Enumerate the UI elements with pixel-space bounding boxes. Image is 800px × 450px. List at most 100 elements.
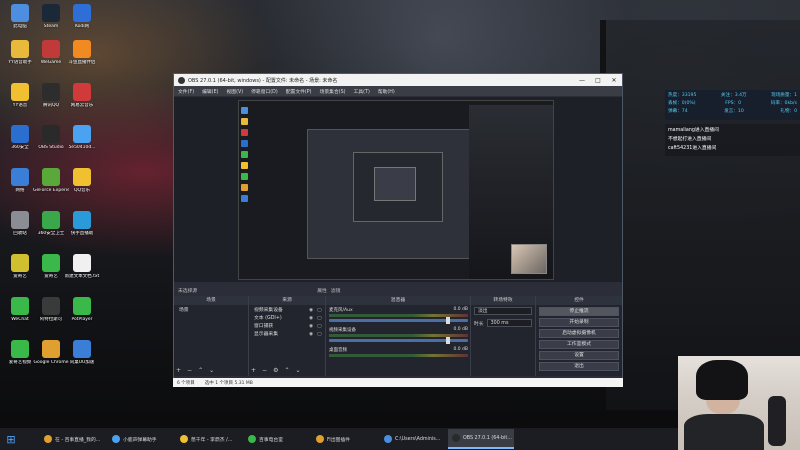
add-scene-button[interactable]: + [176,367,181,374]
move-down-button[interactable]: ⌄ [295,367,300,374]
item-count: 6 个项目 [177,380,195,386]
scenes-header: 场景 [174,296,248,305]
scene-item[interactable]: 场景 [176,307,246,315]
desktop-icon[interactable]: 同桌UU加速 [64,340,100,365]
source-item[interactable]: 文本 (GDI+) ◉ ▢ [251,315,323,323]
obs-preview-area [174,97,622,282]
taskbar-item[interactable]: 憋千年 - 李鼎杰 /... [176,429,242,449]
source-toolbar: 未选择源 属性 滤镜 [174,284,622,296]
app-icon [11,4,29,22]
taskbar: ⊞ 在 - 百事直播_我的... 小鹿声弹幕助手 憋千年 - 李鼎杰 /... 百事电… [0,428,678,450]
volume-slider[interactable] [329,337,468,344]
maximize-button[interactable]: □ [590,77,606,84]
menu-tools[interactable]: 工具(T) [354,88,370,95]
app-icon [11,211,29,229]
menu-view[interactable]: 视图(V) [226,88,243,95]
add-source-button[interactable]: + [251,367,256,374]
lock-icon[interactable]: ▢ [317,323,323,331]
taskbar-item-label: OBS 27.0.1 (64-bit... [463,435,512,441]
eye-icon[interactable]: ◉ [309,331,315,339]
taskbar-item[interactable]: 小鹿声弹幕助手 [108,429,174,449]
duration-input[interactable]: 300 ms [486,319,532,327]
mixer-track: 桌面音频 0.0 dB [329,347,468,357]
remove-scene-button[interactable]: − [187,367,192,374]
desktop-icon[interactable]: PotPlayer [64,297,100,322]
source-label: 文本 (GDI+) [254,316,282,321]
eye-icon[interactable]: ◉ [309,323,315,331]
source-item[interactable]: 窗口捕获 ◉ ▢ [251,323,323,331]
volume-meter [329,354,468,357]
eye-icon[interactable]: ◉ [309,307,315,315]
source-filters-button[interactable]: 滤镜 [331,287,341,294]
explorer-status-strip: 6 个项目 选中 1 个项目 5.31 MB [173,378,623,387]
taskbar-item-label: 小鹿声弹幕助手 [123,437,157,443]
controls-dock: 控件 停止推流 开始录制 启动虚拟摄像机 工作室模式 设置 退出 [536,296,622,376]
volume-slider[interactable] [329,317,468,324]
app-icon [42,40,60,58]
desktop-icon[interactable]: 新建文本文档.txt [64,254,100,279]
chat-message: caft54231进入直播间 [668,146,717,151]
menu-scene-collection[interactable]: 场景集合(S) [320,88,346,95]
move-down-button[interactable]: ⌄ [209,367,214,374]
preview-canvas[interactable] [238,100,554,280]
lock-icon[interactable]: ▢ [317,315,323,323]
preview-nested-obs-inner [353,152,443,222]
desktop-icon[interactable]: 斗鱼直播伴侣 [64,40,100,65]
app-icon [73,297,91,315]
obs-window[interactable]: OBS 27.0.1 (64-bit, windows) - 配置文件: 未命名… [173,73,623,387]
exit-button[interactable]: 退出 [539,362,619,371]
taskbar-item[interactable]: C:\Users\Adminis... [380,429,446,449]
lock-icon[interactable]: ▢ [317,307,323,315]
minimize-button[interactable]: — [574,77,590,84]
mixer-header: 混音器 [326,296,470,305]
eye-icon[interactable]: ◉ [309,315,315,323]
taskbar-app-icon [248,435,256,443]
studio-mode-button[interactable]: 工作室模式 [539,340,619,349]
settings-button[interactable]: 设置 [539,351,619,360]
source-settings-icon[interactable]: ⚙ [273,367,278,374]
desktop-icon-label: 快手直播助 [70,231,94,236]
transition-type-select[interactable]: 淡出 [474,307,532,315]
desktop-icon[interactable]: 快手直播助 [64,211,100,236]
controls-header: 控件 [536,296,622,305]
volume-slider-knob[interactable] [446,317,450,324]
move-up-button[interactable]: ⌃ [284,367,289,374]
remove-source-button[interactable]: − [262,367,267,374]
start-virtual-camera-button[interactable]: 启动虚拟摄像机 [539,329,619,338]
taskbar-item[interactable]: 百事电台室 [244,429,310,449]
taskbar-item[interactable]: OBS 27.0.1 (64-bit... [448,429,514,449]
taskbar-item[interactable]: 在 - 百事直播_我的... [40,429,106,449]
lock-icon[interactable]: ▢ [317,331,323,339]
close-button[interactable]: ✕ [606,77,622,84]
desktop-icon[interactable]: 网易云音乐 [64,83,100,108]
menu-file[interactable]: 文件(F) [178,88,194,95]
menu-edit[interactable]: 编辑(E) [202,88,218,95]
stop-streaming-button[interactable]: 停止推流 [539,307,619,316]
obs-title-bar[interactable]: OBS 27.0.1 (64-bit, windows) - 配置文件: 未命名… [174,74,622,86]
app-icon [11,340,29,358]
desktop-icon[interactable]: 5e50410d... [64,125,100,150]
desktop-icon-label: PotPlayer [71,317,93,322]
source-label: 窗口捕获 [254,324,274,329]
desktop-icon[interactable]: Kodi网 [64,4,100,29]
taskbar-item[interactable]: Fi出图插件 [312,429,378,449]
source-item[interactable]: 视频采集设备 ◉ ▢ [251,307,323,315]
taskbar-app-icon [180,435,188,443]
menu-profile[interactable]: 配置文件(P) [286,88,312,95]
start-recording-button[interactable]: 开始录制 [539,318,619,327]
track-name: 视频采集设备 [329,328,356,333]
webcam-feed [678,356,800,450]
source-properties-button[interactable]: 属性 [317,287,327,294]
windows-start-icon[interactable]: ⊞ [0,428,22,450]
menu-help[interactable]: 帮助(H) [378,88,395,95]
move-up-button[interactable]: ⌃ [198,367,203,374]
preview-icon [241,107,248,114]
desktop-icon[interactable]: QQ音乐 [64,168,100,193]
app-icon [73,254,91,272]
volume-slider-knob[interactable] [446,337,450,344]
source-item[interactable]: 显示器采集 ◉ ▢ [251,331,323,339]
obs-menu-bar: 文件(F) 编辑(E) 视图(V) 停靠窗口(D) 配置文件(P) 场景集合(S… [174,86,622,96]
sources-toolbar: + − ⚙ ⌃ ⌄ [251,366,323,374]
menu-docks[interactable]: 停靠窗口(D) [251,88,278,95]
webcam-person-body [684,414,764,450]
